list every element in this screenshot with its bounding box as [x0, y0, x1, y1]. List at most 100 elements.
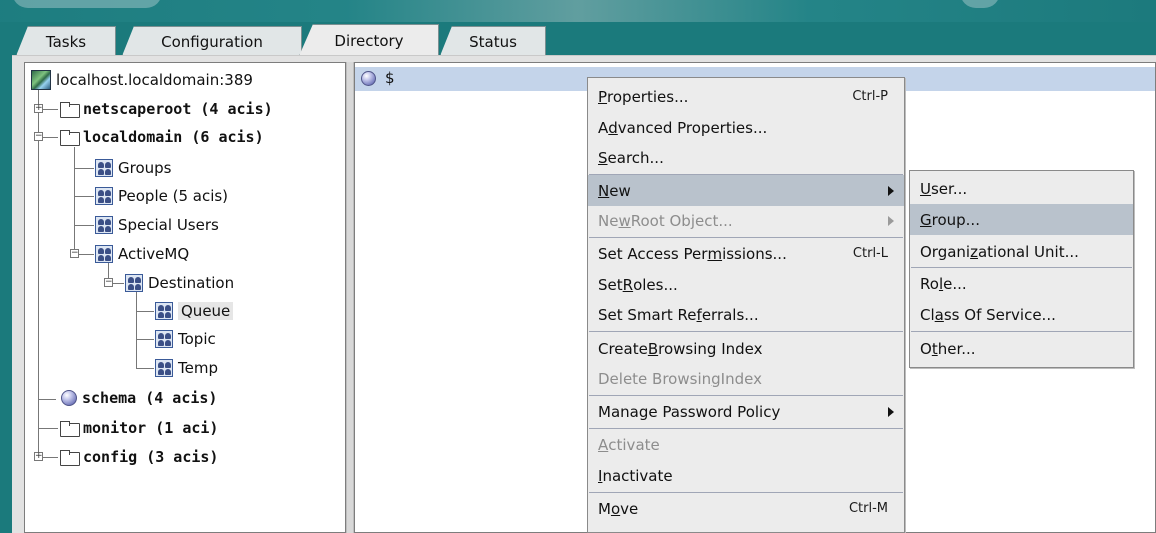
menu-shortcut: Ctrl-P — [852, 89, 888, 104]
menu-label: rowsing Index — [658, 339, 763, 358]
tree-guide — [74, 147, 75, 257]
menu-label: Ne — [598, 211, 619, 230]
submenu-item-group[interactable]: Group... — [910, 204, 1133, 235]
menu-label: ational Unit... — [977, 242, 1079, 261]
tree-node-config[interactable]: config (3 acis) — [60, 446, 218, 468]
menu-item-new-root-object[interactable]: Ne w Root Object... — [588, 205, 904, 236]
menu-mnemonic: z — [970, 242, 978, 261]
menu-label: Create — [598, 339, 648, 358]
menu-separator — [589, 331, 903, 332]
collapse-toggle[interactable]: − — [104, 278, 113, 287]
tree-connector — [136, 339, 154, 340]
menu-mnemonic: U — [920, 179, 931, 198]
menu-label: ve — [620, 499, 639, 518]
tree-node-label: localdomain (6 acis) — [83, 128, 264, 146]
tree-node-netscaperoot[interactable]: netscaperoot (4 acis) — [60, 98, 273, 120]
tab-directory[interactable]: Directory — [299, 24, 439, 56]
menu-label: Cl — [920, 305, 935, 324]
menu-label: Ro — [920, 274, 939, 293]
menu-mnemonic: R — [622, 275, 634, 294]
submenu-item-class-of-service[interactable]: Cl a ss Of Service... — [910, 299, 1133, 330]
menu-item-manage-password-policy[interactable]: Manage Password Policy — [588, 396, 904, 427]
menu-label: ss Of Service... — [943, 305, 1056, 324]
tree-node-temp[interactable]: Temp — [155, 357, 218, 379]
expand-toggle[interactable]: + — [34, 452, 43, 461]
menu-mnemonic: B — [647, 339, 659, 358]
submenu-item-role[interactable]: Ro l e... — [910, 268, 1133, 299]
menu-label: Index — [720, 369, 762, 388]
submenu-item-user[interactable]: User... — [910, 173, 1133, 204]
group-icon — [95, 159, 113, 177]
menu-item-properties[interactable]: Properties... Ctrl-P — [588, 81, 904, 112]
menu-label: e... — [943, 274, 967, 293]
menu-item-move[interactable]: Mo ve Ctrl-M — [588, 493, 904, 524]
tree-node-label: monitor (1 aci) — [83, 419, 219, 437]
tree-node-schema[interactable]: schema (4 acis) — [61, 387, 217, 409]
menu-item-search[interactable]: Search... — [588, 142, 904, 173]
tab-label: Tasks — [45, 32, 87, 51]
tree-connector — [74, 168, 94, 169]
tree-node-label: schema (4 acis) — [82, 389, 218, 407]
schema-sphere-icon — [361, 71, 381, 90]
menu-item-delete-browsing-index[interactable]: Delete Browsin g Index — [588, 363, 904, 394]
menu-item-create-browsing-index[interactable]: Create Browsing Index — [588, 333, 904, 364]
menu-label: earch... — [607, 148, 664, 167]
collapse-toggle[interactable]: − — [70, 249, 79, 258]
group-icon — [95, 187, 113, 205]
group-icon — [125, 274, 143, 292]
tree-node-special-users[interactable]: Special Users — [95, 214, 219, 236]
submenu-item-organizational-unit[interactable]: Organi z ational Unit... — [910, 236, 1133, 267]
menu-mnemonic: G — [920, 210, 932, 229]
menu-mnemonic: g — [711, 369, 721, 388]
menu-item-advanced-properties[interactable]: Ad vanced Properties... — [588, 112, 904, 143]
tree-node-topic[interactable]: Topic — [155, 328, 216, 350]
menu-mnemonic: d — [608, 118, 618, 137]
submenu-item-other[interactable]: Ot her... — [910, 333, 1133, 364]
menu-item-set-access-permissions[interactable]: Set Access Per m issions... Ctrl-L — [588, 238, 904, 269]
tree-node-label: People (5 acis) — [118, 187, 229, 205]
menu-item-new[interactable]: New — [588, 175, 904, 206]
tree-node-activemq[interactable]: ActiveMQ — [95, 243, 189, 265]
menu-label: Set Smart Re — [598, 305, 697, 324]
menu-item-inactivate[interactable]: Inactivate — [588, 460, 904, 491]
tree-node-label: ActiveMQ — [118, 245, 190, 263]
tab-status[interactable]: Status — [440, 26, 546, 56]
context-menu: Properties... Ctrl-P Ad vanced Properties… — [587, 77, 905, 533]
tree-node-root[interactable]: localhost.localdomain:389 — [31, 69, 253, 91]
group-icon — [95, 216, 113, 234]
tab-label: Status — [469, 32, 517, 51]
menu-label: Set Access Per — [598, 244, 708, 263]
menu-label: roup... — [931, 210, 980, 229]
menu-item-activate[interactable]: Activate — [588, 429, 904, 460]
tree-node-label: config (3 acis) — [83, 448, 219, 466]
tree-node-people[interactable]: People (5 acis) — [95, 185, 228, 207]
collapse-toggle[interactable]: − — [34, 132, 43, 141]
server-icon — [31, 70, 51, 90]
menu-item-set-smart-referrals[interactable]: Set Smart Re f errals... — [588, 299, 904, 330]
folder-icon — [60, 130, 80, 146]
tree-node-label: Special Users — [118, 216, 219, 234]
menu-label: M — [598, 499, 611, 518]
tree-node-monitor[interactable]: monitor (1 aci) — [60, 417, 218, 439]
tab-configuration[interactable]: Configuration — [122, 26, 302, 56]
tree-node-label: Queue — [178, 302, 234, 320]
tree-node-destination[interactable]: Destination — [125, 272, 234, 294]
tree-node-label: Groups — [118, 159, 172, 177]
group-icon — [155, 302, 173, 320]
pane-splitter[interactable] — [346, 62, 354, 533]
menu-mnemonic: w — [618, 211, 631, 230]
tree-node-groups[interactable]: Groups — [95, 157, 171, 179]
tree-node-localdomain[interactable]: localdomain (6 acis) — [60, 126, 264, 148]
tab-tasks[interactable]: Tasks — [16, 26, 116, 56]
menu-label: Manage Password Policy — [598, 402, 781, 421]
menu-label: Delete Browsin — [598, 369, 712, 388]
tree-node-queue[interactable]: Queue — [155, 300, 234, 322]
sphere-icon — [361, 71, 376, 86]
directory-tree[interactable]: + − − − + localhost.localdomain:389 nets… — [24, 62, 346, 533]
group-icon — [95, 245, 113, 263]
menu-label: O — [920, 339, 932, 358]
expand-toggle[interactable]: + — [34, 104, 43, 113]
schema-sphere-icon — [61, 390, 77, 406]
tree-guide — [136, 289, 137, 369]
menu-item-set-roles[interactable]: Set Roles... — [588, 269, 904, 300]
